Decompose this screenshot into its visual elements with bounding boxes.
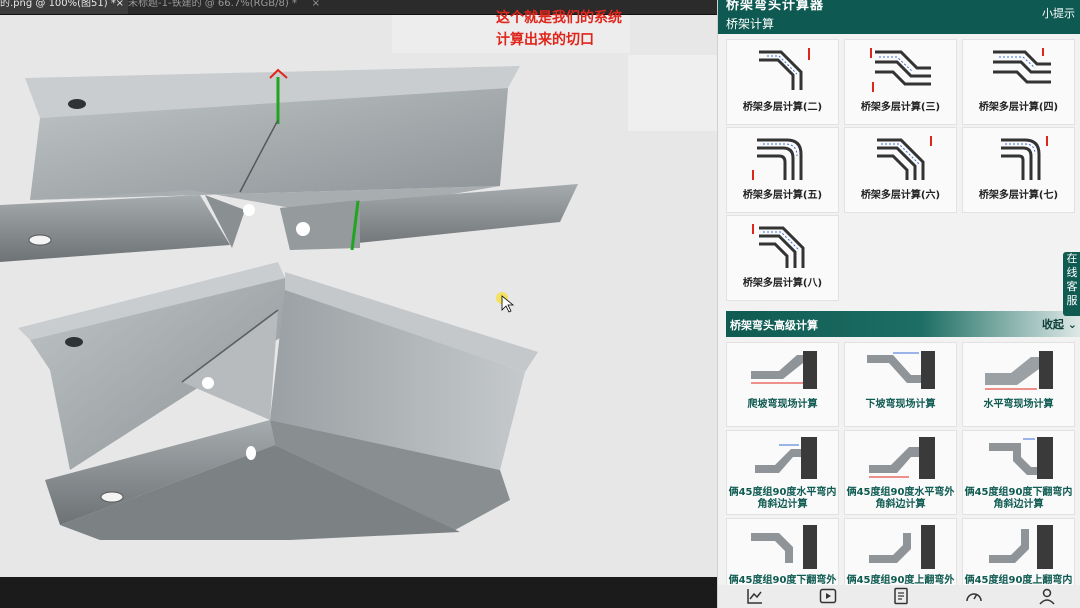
advanced-card[interactable]: 俩45度组90度下翻弯内角斜边计算 <box>962 430 1075 515</box>
collapse-button[interactable]: 收起 ⌄ <box>1042 316 1077 332</box>
app-header: 桥架弯头计算器 桥架计算 小提示 <box>718 0 1080 34</box>
document-tab[interactable]: 未标题-1-铁建的 @ 66.7%(RGB/8) * × <box>128 0 324 14</box>
advanced-section-header: 桥架弯头高级计算 收起 ⌄ <box>726 311 1080 337</box>
card-label: 俩45度组90度水平弯外角斜边计算 <box>846 487 955 510</box>
editor-status-bar <box>0 577 717 608</box>
horizontal-bend-diagram-icon <box>985 351 1053 390</box>
tips-button[interactable]: 小提示 <box>1042 5 1075 21</box>
section-title: 桥架弯头高级计算 <box>730 319 818 332</box>
slope-bend-diagram-icon <box>751 351 817 389</box>
cable-tray-photo <box>0 66 578 540</box>
close-tab-icon[interactable]: × <box>312 0 320 9</box>
gauge-icon[interactable] <box>965 587 983 605</box>
advanced-card[interactable]: 下坡弯现场计算 <box>844 342 957 427</box>
card-label: 水平弯现场计算 <box>983 399 1054 410</box>
card-label: 桥架多层计算(二) <box>742 102 823 113</box>
bend-diagram-icon <box>752 138 803 180</box>
lower-tray-piece <box>18 262 538 540</box>
multilayer-card[interactable]: 桥架多层计算(四) <box>962 39 1075 125</box>
card-label: 爬坡弯现场计算 <box>747 399 818 410</box>
advanced-card[interactable]: 俩45度组90度上翻弯内角 <box>962 518 1075 598</box>
bend-diagram-icon <box>1001 136 1048 180</box>
chart-icon[interactable] <box>746 587 764 605</box>
calculator-app-panel: 桥架弯头计算器 桥架计算 小提示 桥架多层计算(二) 桥架多层计算(三) 桥架多… <box>717 0 1080 608</box>
bend-diagram-icon <box>752 224 805 268</box>
card-label: 桥架多层计算(八) <box>742 278 823 289</box>
downturn-outer-diagram-icon <box>751 525 817 569</box>
downslope-bend-diagram-icon <box>867 351 935 389</box>
advanced-card[interactable]: 水平弯现场计算 <box>962 342 1075 427</box>
document-tab-label: 的.png @ 100%(图51) * <box>0 0 116 9</box>
document-tab-label: 未标题-1-铁建的 @ 66.7%(RGB/8) * <box>128 0 297 9</box>
upturn-inner-diagram-icon <box>989 525 1053 569</box>
advanced-card[interactable]: 俩45度组90度水平弯内角斜边计算 <box>726 430 839 515</box>
user-icon[interactable] <box>1038 587 1056 605</box>
advanced-card[interactable]: 俩45度组90度上翻弯外角 <box>844 518 957 598</box>
multilayer-card[interactable]: 桥架多层计算(八) <box>726 215 839 301</box>
bend-diagram-icon <box>870 48 931 92</box>
collapse-label: 收起 <box>1041 318 1064 331</box>
play-icon[interactable] <box>819 587 837 605</box>
image-editor-window: 的.png @ 100%(图51) * × 未标题-1-铁建的 @ 66.7%(… <box>0 0 717 608</box>
close-tab-icon[interactable]: × <box>116 0 124 9</box>
multilayer-card[interactable]: 桥架多层计算(三) <box>844 39 957 125</box>
online-service-tab[interactable]: 在线客服 <box>1063 252 1080 316</box>
downturn-corner-diagram-icon <box>989 437 1053 479</box>
bend-diagram-icon <box>759 48 810 90</box>
mouse-cursor-icon <box>496 292 515 313</box>
document-tab-active[interactable]: 的.png @ 100%(图51) * × <box>0 0 128 14</box>
multilayer-card[interactable]: 桥架多层计算(二) <box>726 39 839 125</box>
document-icon[interactable] <box>892 587 910 605</box>
chevron-down-icon: ⌄ <box>1067 318 1077 331</box>
card-label: 桥架多层计算(五) <box>742 190 823 201</box>
upturn-outer-diagram-icon <box>869 525 935 569</box>
bend-diagram-icon <box>877 136 932 180</box>
advanced-card[interactable]: 俩45度组90度水平弯外角斜边计算 <box>844 430 957 515</box>
section-title: 桥架计算 <box>726 17 775 31</box>
multilayer-card[interactable]: 桥架多层计算(七) <box>962 127 1075 213</box>
multilayer-card[interactable]: 桥架多层计算(五) <box>726 127 839 213</box>
outer-corner-diagram-icon <box>869 437 935 479</box>
card-label: 下坡弯现场计算 <box>865 399 936 410</box>
card-label: 桥架多层计算(六) <box>860 190 941 201</box>
card-label: 桥架多层计算(七) <box>978 190 1059 201</box>
card-label: 桥架多层计算(四) <box>978 102 1059 113</box>
card-label: 俩45度组90度水平弯内角斜边计算 <box>728 487 837 510</box>
upper-tray-piece <box>0 66 578 262</box>
inner-corner-diagram-icon <box>755 437 817 479</box>
advanced-card[interactable]: 俩45度组90度下翻弯外角 <box>726 518 839 598</box>
image-canvas[interactable]: 这个就是我们的系统 计算出来的切口 <box>0 10 717 577</box>
multilayer-card[interactable]: 桥架多层计算(六) <box>844 127 957 213</box>
bottom-nav <box>718 585 1080 608</box>
app-title: 桥架弯头计算器 <box>726 0 825 13</box>
card-label: 桥架多层计算(三) <box>860 102 941 113</box>
bend-diagram-icon <box>993 48 1051 84</box>
advanced-card[interactable]: 爬坡弯现场计算 <box>726 342 839 427</box>
card-label: 俩45度组90度下翻弯内角斜边计算 <box>964 487 1073 510</box>
